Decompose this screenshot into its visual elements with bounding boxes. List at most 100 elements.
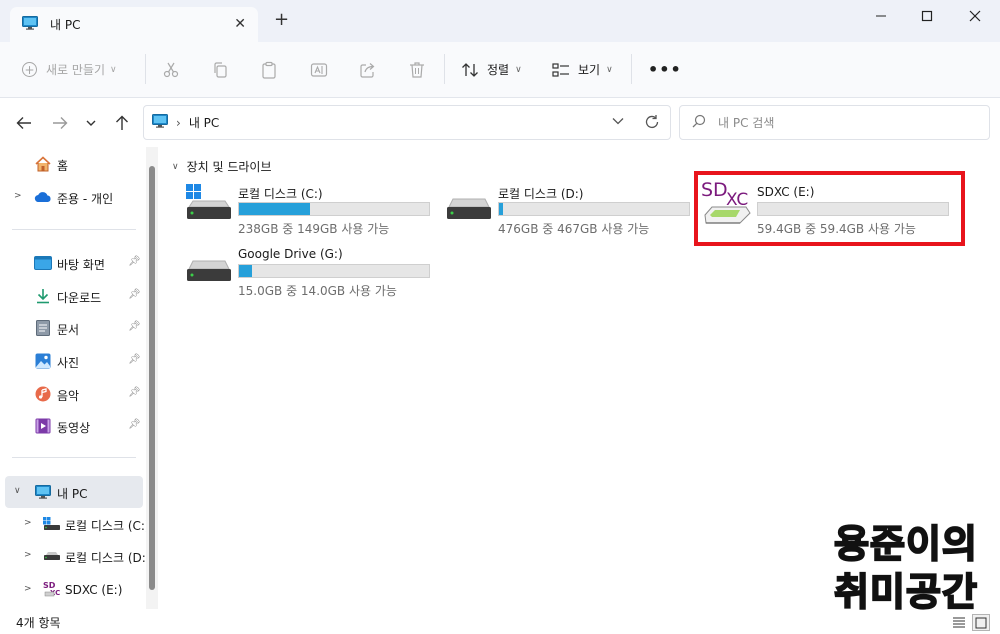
share-icon: [360, 63, 375, 78]
pin-icon: 📌︎: [128, 289, 141, 300]
sidebar-item-label: 준용 - 개인: [57, 192, 114, 206]
sidebar-item-label: 문서: [57, 323, 80, 337]
watermark-text: 용준이의 취미공간: [822, 520, 990, 616]
drive-name: 로컬 디스크 (D:): [498, 187, 584, 201]
sidebar-item-label: 사진: [57, 356, 80, 370]
watermark-line: 취미공간: [833, 569, 978, 615]
sidebar-item-label: 홈: [57, 159, 69, 173]
sidebar-item-desktop[interactable]: 바탕 화면 📌︎: [0, 248, 142, 278]
usage-bar: [238, 264, 430, 278]
refresh-icon[interactable]: [644, 114, 660, 133]
drive-icon: [43, 547, 61, 565]
usage-bar: [238, 202, 430, 216]
close-button[interactable]: [960, 6, 990, 26]
view-label: 보기: [578, 63, 601, 77]
chevron-down-icon: ∨: [606, 64, 613, 75]
search-input[interactable]: 내 PC 검색: [718, 114, 774, 131]
new-button[interactable]: + 새로 만들기 ∨: [22, 61, 117, 78]
sdxc-card-icon: SD XC: [43, 580, 61, 598]
chevron-down-icon[interactable]: ∨: [172, 162, 179, 172]
sidebar-item-drive-c[interactable]: > 로컬 디스크 (C:): [0, 509, 146, 539]
sidebar-item-onedrive[interactable]: > 준용 - 개인: [0, 182, 142, 212]
pin-icon: 📌︎: [128, 321, 141, 332]
share-button[interactable]: [358, 60, 378, 80]
section-title: 장치 및 드라이브: [186, 160, 272, 174]
sidebar-item-documents[interactable]: 문서 📌︎: [0, 313, 142, 343]
sidebar-item-my-pc[interactable]: ∨ 내 PC: [5, 476, 143, 508]
sidebar-scrollbar[interactable]: [146, 147, 158, 609]
sort-label: 정렬: [487, 63, 510, 77]
arrow-left-icon: [16, 117, 31, 129]
forward-button[interactable]: [50, 113, 70, 133]
paste-button[interactable]: [259, 60, 279, 80]
paste-icon: [262, 61, 276, 79]
drive-item-d[interactable]: 로컬 디스크 (D:) 476GB 중 467GB 사용 가능: [445, 183, 695, 241]
windows-drive-icon: [185, 183, 233, 227]
drive-icon: [445, 183, 493, 227]
scrollbar-thumb[interactable]: [149, 166, 155, 590]
windows-drive-icon: [43, 515, 61, 533]
recent-locations-button[interactable]: [81, 113, 101, 133]
command-bar: + 새로 만들기 ∨ 정렬 ∨ 보기 ∨ •••: [0, 42, 1000, 98]
up-button[interactable]: [112, 113, 132, 133]
address-bar[interactable]: › 내 PC: [143, 105, 671, 140]
sidebar-item-label: 다운로드: [57, 291, 102, 305]
chevron-right-icon[interactable]: >: [24, 550, 32, 560]
chevron-down-icon: ∨: [110, 64, 117, 75]
chevron-down-icon: ∨: [515, 64, 522, 75]
minimize-button[interactable]: [866, 6, 896, 26]
navigation-pane: 홈 > 준용 - 개인 바탕 화면 📌︎ 다운로드 📌︎ 문서 📌︎ 사진 📌︎…: [0, 147, 146, 609]
usage-bar-fill: [499, 203, 503, 215]
close-icon[interactable]: ✕: [234, 16, 246, 32]
details-view-icon[interactable]: [952, 616, 966, 631]
watermark-line: 용준이의: [833, 521, 978, 567]
sort-button[interactable]: 정렬 ∨: [461, 61, 522, 78]
breadcrumb-separator[interactable]: ›: [176, 116, 181, 130]
plus-icon[interactable]: +: [274, 11, 289, 29]
chevron-right-icon[interactable]: >: [24, 518, 32, 528]
tiles-view-icon[interactable]: [972, 614, 990, 631]
drive-item-c[interactable]: 로컬 디스크 (C:) 238GB 중 149GB 사용 가능: [185, 183, 435, 241]
rename-button[interactable]: [309, 60, 329, 80]
search-icon: [692, 114, 706, 131]
minimize-icon: [876, 15, 886, 17]
copy-button[interactable]: [210, 60, 230, 80]
sidebar-item-videos[interactable]: 동영상 📌︎: [0, 411, 142, 441]
sidebar-item-music[interactable]: 음악 📌︎: [0, 379, 142, 409]
sidebar-item-drive-d[interactable]: > 로컬 디스크 (D:): [0, 541, 146, 571]
maximize-icon: [921, 10, 933, 22]
sidebar-item-home[interactable]: 홈: [0, 149, 142, 179]
chevron-down-icon[interactable]: [611, 115, 625, 129]
chevron-right-icon[interactable]: >: [24, 584, 32, 594]
sidebar-item-pictures[interactable]: 사진 📌︎: [0, 346, 142, 376]
plus-icon: +: [22, 62, 37, 77]
usage-bar: [498, 202, 690, 216]
sidebar-item-sdxc[interactable]: > SD XC SDXC (E:): [0, 575, 142, 605]
more-options-button[interactable]: •••: [648, 60, 682, 79]
chevron-right-icon[interactable]: >: [14, 191, 22, 201]
section-devices-and-drives[interactable]: ∨ 장치 및 드라이브: [172, 158, 272, 175]
usage-bar-fill: [239, 203, 310, 215]
maximize-button[interactable]: [912, 6, 942, 26]
document-icon: [34, 319, 52, 337]
pin-icon: 📌︎: [128, 387, 141, 398]
sidebar-item-downloads[interactable]: 다운로드 📌︎: [0, 281, 142, 311]
drive-icon: [185, 245, 233, 289]
drive-capacity: 476GB 중 467GB 사용 가능: [498, 222, 650, 236]
delete-button[interactable]: [407, 60, 427, 80]
view-button[interactable]: 보기 ∨: [552, 61, 613, 78]
back-button[interactable]: [14, 113, 34, 133]
breadcrumb-my-pc[interactable]: 내 PC: [189, 114, 219, 131]
chevron-down-icon[interactable]: ∨: [14, 486, 21, 496]
search-box[interactable]: 내 PC 검색: [679, 105, 990, 140]
cut-button[interactable]: [161, 60, 181, 80]
onedrive-cloud-icon: [34, 188, 52, 206]
item-count: 4개 항목: [16, 616, 61, 630]
drive-item-google-drive[interactable]: Google Drive (G:) 15.0GB 중 14.0GB 사용 가능: [185, 245, 435, 303]
sidebar-item-label: 음악: [57, 389, 80, 403]
monitor-icon: [34, 483, 52, 501]
arrow-right-icon: [53, 117, 68, 129]
sidebar-item-label: SDXC (E:): [65, 583, 123, 597]
arrow-up-icon: [116, 115, 128, 130]
tab-my-pc[interactable]: 내 PC ✕: [10, 7, 258, 42]
